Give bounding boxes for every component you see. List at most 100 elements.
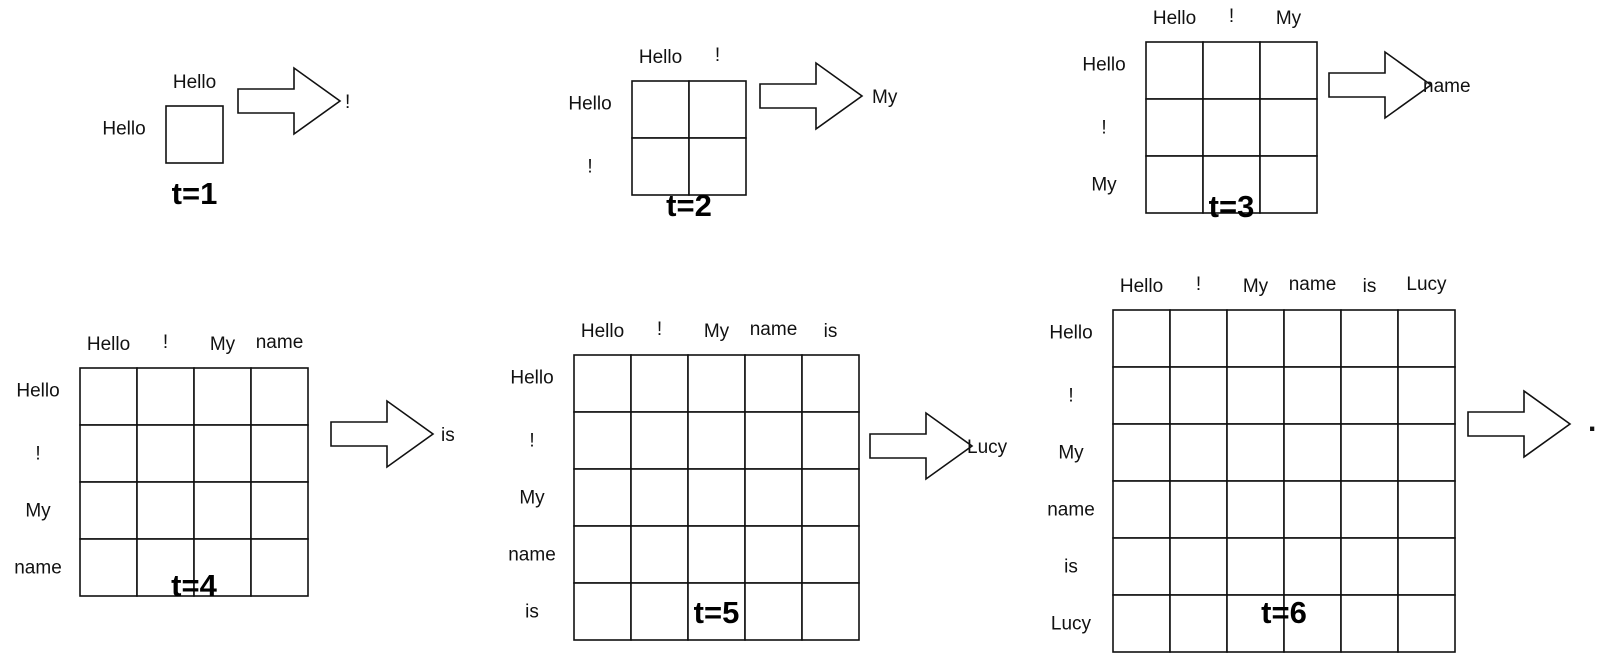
step-panel: Hello! My name is LucyHello!MynameisLucy.t=6 (1047, 274, 1596, 653)
row-token-label: name (508, 545, 556, 566)
grid-cell (630, 468, 689, 527)
grid-cell (1169, 594, 1228, 653)
step-panels: Hello Hello! t=1 Hello ! Hello! My t=2 Hello! My H… (14, 6, 1596, 653)
attention-steps-diagram: Hello Hello! t=1 Hello ! Hello! My t=2 Hello! My H… (14, 6, 1596, 653)
grid-cell (631, 137, 690, 196)
row-token-label: name (1047, 500, 1095, 521)
step-panel: Hello ! Hello! My t=2 (568, 45, 897, 223)
row-token-label: Hello (1082, 55, 1125, 76)
grid-cell (1283, 423, 1342, 482)
column-token-label: Hello (581, 321, 624, 342)
grid-cell (1169, 537, 1228, 596)
grid-cell (193, 424, 252, 483)
grid-cell (1340, 537, 1399, 596)
grid-cell (1169, 309, 1228, 368)
grid-cell (136, 481, 195, 540)
grid-cell (1397, 594, 1456, 653)
grid-cell (630, 525, 689, 584)
step-label: t=2 (666, 188, 712, 223)
column-token-label: Hello (87, 334, 130, 355)
arrow-right-icon (869, 411, 974, 481)
row-token-label: My (519, 488, 545, 509)
predicted-token: ! (345, 92, 350, 113)
column-token-label: Hello (1120, 276, 1163, 297)
grid-cell (1112, 537, 1171, 596)
arrow-right-icon (237, 66, 342, 136)
arrow-right-icon (759, 61, 864, 131)
grid-cell (688, 137, 747, 196)
grid-cell (79, 481, 138, 540)
grid-cell (631, 80, 690, 139)
grid-cell (687, 354, 746, 413)
column-token-label: Hello (1153, 8, 1196, 29)
grid-cell (744, 582, 803, 641)
grid-cell (1283, 537, 1342, 596)
column-token-label: My (1243, 276, 1269, 297)
arrow-right-icon (1328, 50, 1433, 120)
grid-cell (1259, 98, 1318, 157)
step-panel: Hello! My nameHello!Mynameist=4 (14, 332, 455, 603)
grid-cell (573, 354, 632, 413)
predicted-token: My (872, 87, 898, 108)
grid-cell (1283, 366, 1342, 425)
grid-cell (1397, 366, 1456, 425)
grid-cell (801, 411, 860, 470)
grid-cell (1112, 309, 1171, 368)
step-panel: Hello! My name isHello!MynameisLucyt=5 (508, 319, 1008, 641)
grid-cell (744, 525, 803, 584)
row-token-label: ! (587, 157, 592, 178)
grid-cell (1340, 366, 1399, 425)
step-panel: Hello! My Hello! My name t=3 (1082, 6, 1470, 224)
attention-grid: Hello Hello (102, 72, 224, 164)
grid-cell (801, 468, 860, 527)
predicted-token: . (1588, 405, 1596, 438)
column-token-label: My (210, 334, 236, 355)
column-token-label: ! (1229, 6, 1234, 27)
grid-cell (1397, 423, 1456, 482)
grid-cell (744, 354, 803, 413)
grid-cell (1283, 480, 1342, 539)
grid-cell (165, 105, 224, 164)
column-token-label: My (704, 321, 730, 342)
grid-cell (801, 354, 860, 413)
column-token-label: is (1363, 276, 1377, 297)
grid-cell (1283, 309, 1342, 368)
grid-cell (1397, 480, 1456, 539)
grid-cell (801, 525, 860, 584)
row-token-label: ! (35, 444, 40, 465)
predicted-token: Lucy (967, 437, 1008, 458)
step-label: t=1 (172, 176, 218, 211)
row-token-label: Lucy (1051, 614, 1092, 635)
grid-cell (801, 582, 860, 641)
attention-grid: Hello! My name isHello!Mynameis (508, 319, 860, 641)
row-token-label: ! (529, 431, 534, 452)
row-token-label: Hello (102, 119, 145, 140)
grid-cell (1112, 480, 1171, 539)
row-token-label: My (1058, 443, 1084, 464)
column-token-label: ! (657, 319, 662, 340)
grid-cell (1169, 480, 1228, 539)
grid-cell (250, 424, 309, 483)
column-token-label: Hello (173, 72, 216, 93)
grid-cell (1112, 423, 1171, 482)
grid-cell (1112, 594, 1171, 653)
grid-cell (1397, 309, 1456, 368)
grid-cell (630, 354, 689, 413)
grid-cell (744, 411, 803, 470)
column-token-label: ! (715, 45, 720, 66)
row-token-label: My (25, 501, 51, 522)
grid-cell (1397, 537, 1456, 596)
attention-grid: Hello! My Hello! My (1082, 6, 1318, 214)
arrow-right-icon (330, 399, 435, 469)
grid-cell (687, 525, 746, 584)
column-token-label: My (1276, 8, 1302, 29)
grid-cell (193, 367, 252, 426)
attention-grid: Hello! My nameHello!Myname (14, 332, 309, 597)
grid-cell (687, 468, 746, 527)
column-token-label: name (750, 319, 798, 340)
grid-cell (1259, 155, 1318, 214)
attention-grid: Hello! My name is LucyHello!MynameisLucy (1047, 274, 1456, 653)
grid-cell (79, 424, 138, 483)
grid-cell (1202, 98, 1261, 157)
grid-cell (573, 411, 632, 470)
